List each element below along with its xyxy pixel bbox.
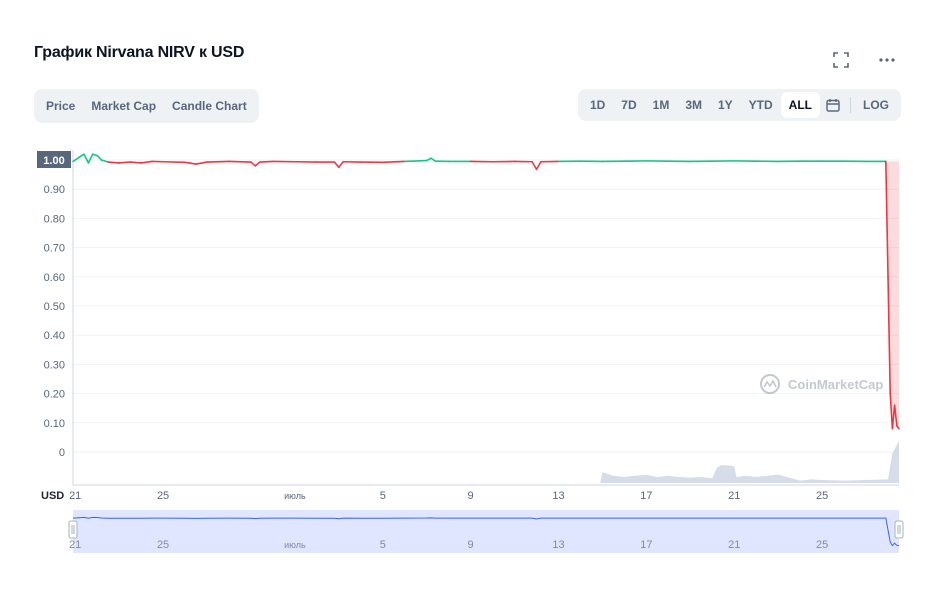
volume-series bbox=[600, 441, 899, 483]
more-icon[interactable] bbox=[877, 50, 897, 70]
price-segment bbox=[72, 156, 81, 163]
range-1d[interactable]: 1D bbox=[582, 92, 613, 118]
price-segment bbox=[140, 160, 153, 164]
x-tick-label: 25 bbox=[157, 490, 169, 502]
y-tick-label: 0.60 bbox=[44, 272, 65, 284]
y-tick-label: 0.10 bbox=[44, 418, 65, 430]
price-segment bbox=[891, 404, 896, 430]
price-segment bbox=[887, 275, 892, 395]
range-3m[interactable]: 3M bbox=[677, 92, 710, 118]
price-segment bbox=[129, 161, 142, 164]
range-1y[interactable]: 1Y bbox=[710, 92, 741, 118]
navigator-tick-label: 13 bbox=[552, 539, 564, 551]
time-range-selector: 1D 7D 1M 3M 1Y YTD ALL LOG bbox=[577, 89, 901, 121]
navigator-tick-label: 21 bbox=[69, 539, 81, 551]
range-navigator bbox=[68, 510, 904, 553]
price-segment bbox=[381, 160, 406, 164]
price-segment bbox=[184, 161, 197, 165]
price-segment bbox=[83, 153, 90, 164]
fullscreen-icon[interactable] bbox=[831, 50, 851, 70]
price-segment bbox=[87, 153, 94, 164]
navigator-tick-label: 25 bbox=[157, 539, 169, 551]
navigator-labels: 21 25 июль 5 9 13 17 21 25 bbox=[69, 539, 828, 551]
price-segment bbox=[885, 160, 889, 278]
watermark-text: CoinMarketCap bbox=[788, 377, 883, 392]
price-segment bbox=[96, 154, 103, 161]
range-divider bbox=[850, 97, 851, 113]
price-segment bbox=[195, 161, 208, 165]
price-segment bbox=[425, 157, 432, 162]
price-segment bbox=[250, 161, 257, 167]
price-segment bbox=[107, 161, 120, 164]
y-tick-label: 0.70 bbox=[44, 243, 65, 255]
price-segment bbox=[896, 424, 900, 430]
price-segment bbox=[78, 153, 85, 158]
price-segment bbox=[535, 160, 542, 171]
x-tick-label: 21 bbox=[69, 490, 81, 502]
navigator-tick-label: 17 bbox=[640, 539, 652, 551]
navigator-tick-label: 9 bbox=[468, 539, 474, 551]
range-7d[interactable]: 7D bbox=[613, 92, 644, 118]
y-tick-label: 0.50 bbox=[44, 301, 65, 313]
range-1m[interactable]: 1M bbox=[645, 92, 678, 118]
x-tick-label: июль bbox=[284, 491, 306, 501]
y-axis-labels: 0.90 0.80 0.70 0.60 0.50 0.40 0.30 0.20 0.10 0 bbox=[44, 184, 65, 459]
current-price-tag: 1.00 bbox=[37, 151, 71, 168]
x-tick-label: 9 bbox=[468, 490, 474, 502]
price-segment bbox=[893, 404, 898, 427]
price-segment bbox=[228, 160, 252, 163]
price-segment bbox=[403, 159, 428, 163]
price-segment bbox=[889, 392, 894, 430]
price-segment bbox=[162, 160, 186, 164]
price-segment bbox=[206, 160, 230, 163]
price-segment bbox=[333, 161, 340, 169]
x-tick-label: 25 bbox=[816, 490, 828, 502]
x-tick-label: 5 bbox=[380, 490, 386, 502]
volume-area bbox=[600, 441, 899, 483]
chart-title: График Nirvana NIRV к USD bbox=[34, 44, 245, 61]
range-ytd[interactable]: YTD bbox=[741, 92, 781, 118]
navigator-handle bbox=[894, 520, 904, 539]
y-tick-label: 0 bbox=[59, 447, 65, 459]
navigator-tick-label: 25 bbox=[816, 539, 828, 551]
navigator-line bbox=[72, 516, 900, 547]
price-segment bbox=[100, 159, 109, 163]
tab-candle-chart[interactable]: Candle Chart bbox=[164, 93, 255, 119]
price-segment bbox=[258, 160, 274, 163]
y-tick-label: 0.80 bbox=[44, 213, 65, 225]
price-segment bbox=[118, 161, 131, 164]
x-tick-label: 21 bbox=[728, 490, 740, 502]
y-tick-label: 0.20 bbox=[44, 389, 65, 401]
tab-market-cap[interactable]: Market Cap bbox=[83, 93, 164, 119]
log-toggle[interactable]: LOG bbox=[855, 92, 897, 118]
tab-price[interactable]: Price bbox=[38, 93, 83, 119]
y-tick-label: 0.40 bbox=[44, 330, 65, 342]
navigator-tick-label: 21 bbox=[728, 539, 740, 551]
y-axis-unit: USD bbox=[41, 490, 64, 502]
navigator-tick-label: июль bbox=[284, 540, 306, 550]
price-segment bbox=[531, 160, 538, 171]
watermark: CoinMarketCap bbox=[760, 374, 883, 394]
current-price-label: 1.00 bbox=[43, 155, 64, 167]
price-segment bbox=[254, 161, 261, 167]
x-tick-label: 13 bbox=[552, 490, 564, 502]
price-segment bbox=[338, 160, 345, 169]
navigator-selection bbox=[73, 510, 899, 553]
range-all[interactable]: ALL bbox=[780, 92, 820, 118]
y-tick-label: 0.90 bbox=[44, 184, 65, 196]
navigator-handle bbox=[68, 520, 78, 539]
price-segment bbox=[91, 153, 98, 157]
calendar-icon[interactable] bbox=[820, 92, 846, 118]
price-line bbox=[72, 153, 900, 430]
crash-area bbox=[885, 161, 899, 429]
x-tick-label: 17 bbox=[640, 490, 652, 502]
navigator-tick-label: 5 bbox=[380, 539, 386, 551]
chart-toolbar-icons bbox=[831, 50, 897, 70]
chart-grid bbox=[72, 150, 899, 486]
x-axis-labels: 21 25 июль 5 9 13 17 21 25 bbox=[69, 490, 828, 502]
price-segment bbox=[430, 157, 437, 162]
y-tick-label: 0.30 bbox=[44, 359, 65, 371]
chart-type-tabs: Price Market Cap Candle Chart bbox=[34, 89, 259, 123]
